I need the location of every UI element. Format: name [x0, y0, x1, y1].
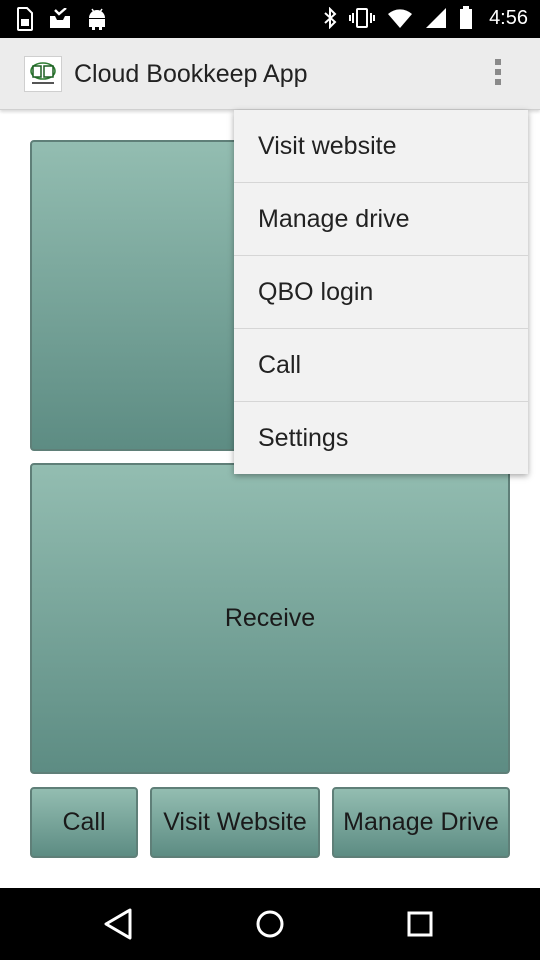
- more-vertical-icon[interactable]: [486, 56, 510, 92]
- home-icon[interactable]: [250, 906, 290, 942]
- cell-signal-icon: [425, 7, 447, 29]
- app-logo-icon: [24, 56, 62, 92]
- battery-icon: [459, 6, 473, 30]
- system-nav-bar: [0, 888, 540, 960]
- back-icon[interactable]: [100, 906, 140, 942]
- sim-card-icon: [16, 7, 34, 31]
- receive-button[interactable]: Receive: [30, 463, 510, 774]
- overflow-menu: Visit website Manage drive QBO login Cal…: [234, 110, 528, 474]
- manage-drive-button[interactable]: Manage Drive: [332, 787, 510, 858]
- menu-item-call[interactable]: Call: [234, 329, 528, 402]
- vibrate-icon: [349, 7, 376, 29]
- app-title: Cloud Bookkeep App: [74, 60, 308, 88]
- android-icon: [86, 7, 108, 31]
- app-toolbar: Cloud Bookkeep App: [0, 38, 540, 110]
- bluetooth-icon: [323, 7, 337, 29]
- menu-item-manage-drive[interactable]: Manage drive: [234, 183, 528, 256]
- inbox-check-icon: [48, 8, 72, 30]
- wifi-icon: [387, 7, 413, 29]
- status-time: 4:56: [489, 6, 528, 29]
- menu-item-visit-website[interactable]: Visit website: [234, 110, 528, 183]
- recents-icon[interactable]: [400, 906, 440, 942]
- call-button[interactable]: Call: [30, 787, 138, 858]
- menu-item-qbo-login[interactable]: QBO login: [234, 256, 528, 329]
- menu-item-settings[interactable]: Settings: [234, 402, 528, 475]
- visit-website-button[interactable]: Visit Website: [150, 787, 320, 858]
- status-bar: 4:56: [0, 0, 540, 38]
